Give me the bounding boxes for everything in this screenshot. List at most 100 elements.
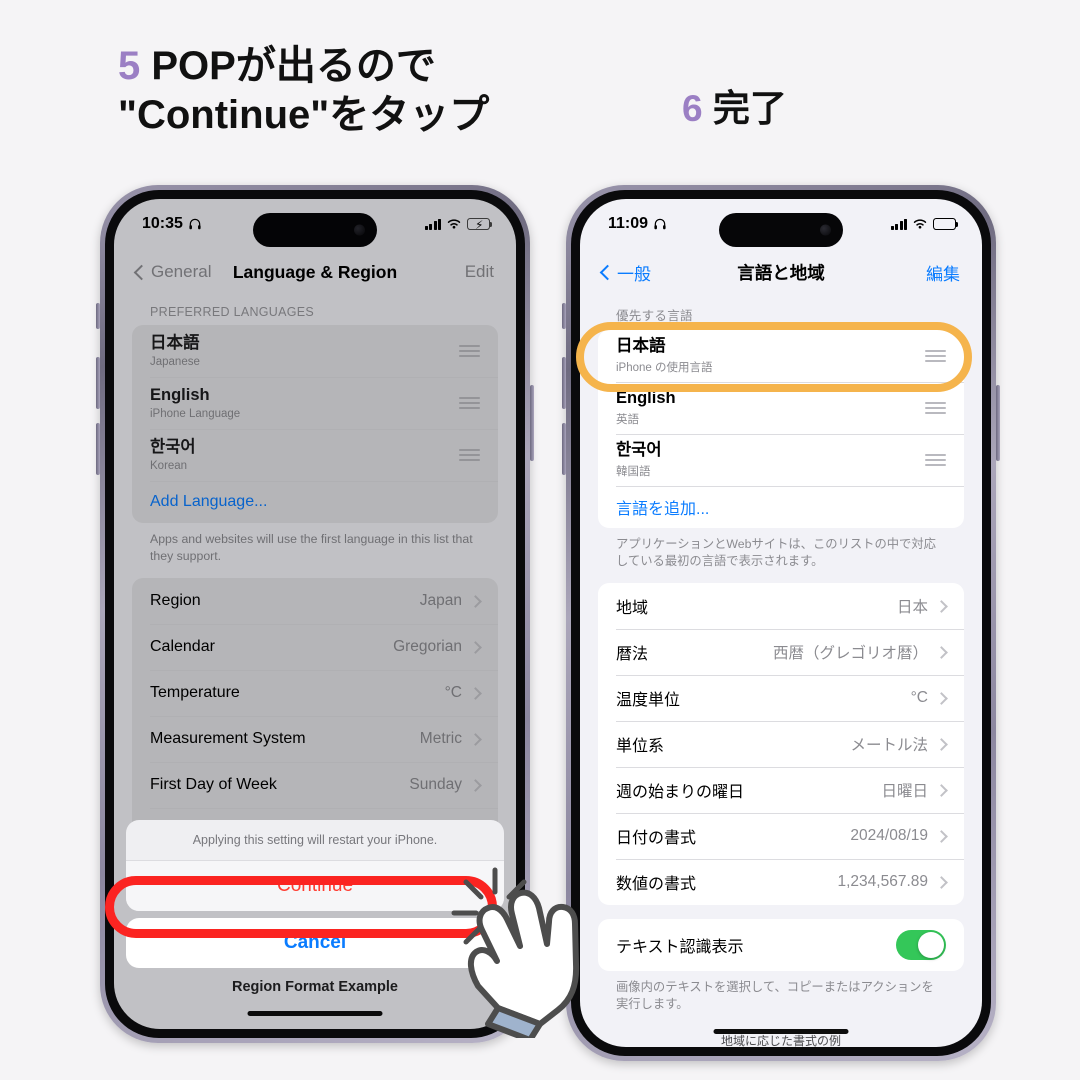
- reorder-handle-icon[interactable]: [459, 344, 480, 358]
- preferred-languages-header: PREFERRED LANGUAGES: [150, 305, 315, 319]
- row-label: 数値の書式: [616, 876, 697, 894]
- add-language-label: 言語を追加...: [616, 501, 710, 518]
- table-row-first-day-of-week[interactable]: First Day of Week Sunday: [132, 762, 498, 808]
- reorder-handle-icon[interactable]: [925, 401, 946, 415]
- right-settings-content: 優先する言語 日本語 iPhone の使用言語 English 英語 한국어 韓…: [580, 295, 982, 1047]
- silent-switch[interactable]: [96, 303, 100, 329]
- table-row-region[interactable]: Region Japan: [132, 578, 498, 624]
- chevron-right-icon: [935, 645, 948, 659]
- language-sub: 英語: [616, 413, 639, 426]
- languages-footnote: Apps and websites will use the first lan…: [150, 532, 473, 563]
- continue-button-highlight: [105, 876, 497, 938]
- list-item-language-korean[interactable]: 한국어 Korean: [132, 429, 498, 481]
- edit-button[interactable]: Edit: [465, 262, 494, 282]
- row-label: 暦法: [616, 646, 649, 664]
- home-indicator[interactable]: [713, 1029, 849, 1034]
- edit-button[interactable]: 編集: [926, 260, 960, 285]
- volume-up-button[interactable]: [96, 357, 100, 409]
- clipped-footer-text: 地域に応じた書式の例: [720, 1034, 841, 1047]
- reorder-handle-icon[interactable]: [459, 448, 480, 462]
- back-button-general[interactable]: 一般: [599, 260, 651, 285]
- language-sub: iPhone Language: [150, 407, 241, 420]
- row-value: 日本: [896, 599, 928, 617]
- table-row-temperature[interactable]: 温度単位 °C: [598, 675, 964, 721]
- reorder-handle-icon[interactable]: [459, 396, 480, 410]
- add-language-button[interactable]: Add Language...: [132, 481, 498, 523]
- table-row-date-format[interactable]: 日付の書式 2024/08/19: [598, 813, 964, 859]
- languages-card: 日本語 Japanese English iPhone Language 한국어…: [132, 325, 498, 523]
- power-button[interactable]: [996, 385, 1000, 461]
- chevron-right-icon: [935, 875, 948, 889]
- action-sheet-message: Applying this setting will restart your …: [192, 833, 438, 847]
- row-value: Metric: [419, 730, 462, 748]
- table-row-calendar[interactable]: 暦法 西暦（グレゴリオ暦）: [598, 629, 964, 675]
- status-left-group: 10:35: [142, 215, 202, 233]
- reorder-handle-icon[interactable]: [925, 453, 946, 467]
- chevron-right-icon: [469, 732, 482, 746]
- table-row-measurement-system[interactable]: Measurement System Metric: [132, 716, 498, 762]
- volume-up-button[interactable]: [562, 357, 566, 409]
- cellular-bars-icon: [890, 218, 907, 230]
- table-row-temperature[interactable]: Temperature °C: [132, 670, 498, 716]
- live-text-footnote: 画像内のテキストを選択して、コピーまたはアクションを実行します。: [616, 980, 934, 1011]
- back-label: 一般: [617, 264, 651, 284]
- row-label: First Day of Week: [150, 776, 277, 794]
- status-left-group: 11:09: [608, 215, 667, 233]
- wifi-icon: [447, 219, 461, 229]
- table-row-first-day-of-week[interactable]: 週の始まりの曜日 日曜日: [598, 767, 964, 813]
- cellular-bars-icon: [424, 218, 441, 230]
- live-text-toggle[interactable]: [896, 930, 946, 961]
- status-right-group: ⚡: [424, 218, 493, 232]
- table-row-number-format[interactable]: 数値の書式 1,234,567.89: [598, 859, 964, 905]
- row-label: 単位系: [616, 738, 665, 756]
- add-language-button[interactable]: 言語を追加...: [598, 486, 964, 528]
- row-label: Region: [150, 592, 201, 610]
- row-value: °C: [910, 689, 928, 707]
- region-format-example-label: Region Format Example: [232, 979, 398, 995]
- language-name: English: [150, 386, 210, 405]
- status-right-group: [890, 218, 959, 230]
- chevron-right-icon: [935, 599, 948, 613]
- languages-footnote: アプリケーションとWebサイトは、このリストの中で対応している最初の言語で表示さ…: [616, 537, 936, 568]
- chevron-left-icon: [599, 264, 616, 280]
- left-nav-bar: General Language & Region Edit: [114, 249, 516, 295]
- home-indicator[interactable]: [247, 1011, 383, 1016]
- table-row-region[interactable]: 地域 日本: [598, 583, 964, 629]
- battery-full-icon: [933, 218, 959, 230]
- chevron-right-icon: [469, 686, 482, 700]
- japanese-row-highlight: [576, 322, 972, 392]
- power-button[interactable]: [530, 385, 534, 461]
- add-language-label: Add Language...: [150, 493, 268, 510]
- table-row-measurement-system[interactable]: 単位系 メートル法: [598, 721, 964, 767]
- step-5-number: 5: [118, 44, 141, 88]
- step-6-heading: 6 完了: [682, 86, 787, 131]
- list-item-language-japanese[interactable]: 日本語 Japanese: [132, 325, 498, 377]
- silent-switch[interactable]: [562, 303, 566, 329]
- row-value: Japan: [419, 592, 462, 610]
- back-button-general[interactable]: General: [133, 262, 211, 282]
- hand-pointer-cursor: [468, 889, 580, 1038]
- chevron-right-icon: [935, 691, 948, 705]
- volume-down-button[interactable]: [96, 423, 100, 475]
- table-row-calendar[interactable]: Calendar Gregorian: [132, 624, 498, 670]
- row-value: 2024/08/19: [850, 827, 928, 845]
- list-item-language-korean[interactable]: 한국어 韓国語: [598, 434, 964, 486]
- chevron-right-icon: [469, 640, 482, 654]
- headphones-icon: [189, 218, 201, 230]
- language-sub: Korean: [150, 459, 188, 472]
- row-value: 日曜日: [881, 783, 928, 801]
- live-text-card: テキスト認識表示: [598, 919, 964, 972]
- volume-down-button[interactable]: [562, 423, 566, 475]
- status-time: 11:09: [608, 215, 649, 232]
- step-6-number: 6: [682, 88, 703, 129]
- row-value: °C: [444, 684, 462, 702]
- status-time: 10:35: [142, 215, 183, 232]
- row-label: Temperature: [150, 684, 240, 702]
- list-item-language-english[interactable]: English iPhone Language: [132, 377, 498, 429]
- row-label: 日付の書式: [616, 830, 697, 848]
- row-label: テキスト認識表示: [616, 939, 744, 957]
- chevron-right-icon: [469, 594, 482, 608]
- row-value: 西暦（グレゴリオ暦）: [772, 645, 928, 663]
- chevron-right-icon: [935, 829, 948, 843]
- table-row-live-text[interactable]: テキスト認識表示: [598, 919, 964, 971]
